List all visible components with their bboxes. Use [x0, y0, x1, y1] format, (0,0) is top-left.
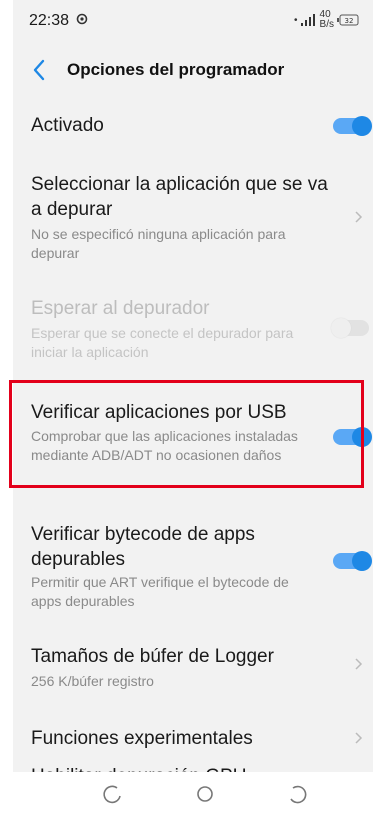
setting-experimental[interactable]: Funciones experimentales — [13, 722, 373, 758]
battery-level: 32 — [345, 17, 354, 25]
setting-activado[interactable]: Activado — [13, 106, 373, 146]
status-icons: • 40 B/s 32 — [294, 10, 359, 30]
setting-title: Funciones experimentales — [31, 728, 253, 749]
home-icon[interactable] — [193, 782, 217, 806]
setting-title: Esperar al depurador — [31, 298, 210, 319]
chevron-right-icon — [355, 211, 363, 223]
setting-select-debug-app[interactable]: Seleccionar la aplicación que se va a de… — [13, 168, 373, 268]
setting-logger-buffer[interactable]: Tamaños de búfer de Logger 256 K/búfer r… — [13, 640, 373, 700]
chevron-right-icon — [355, 658, 363, 670]
setting-title: Activado — [31, 115, 104, 136]
status-bar: 22:38 • 40 B/s 32 — [13, 0, 373, 40]
dot-icon: • — [294, 14, 298, 26]
setting-title: Seleccionar la aplicación que se va a de… — [31, 174, 328, 220]
status-time: 22:38 — [29, 12, 70, 29]
chevron-right-icon — [355, 732, 363, 744]
navigation-bar — [13, 772, 373, 826]
recents-icon[interactable] — [101, 782, 125, 806]
setting-subtitle: No se especificó ninguna aplicación para… — [31, 226, 286, 261]
net-speed: 40 B/s — [320, 10, 334, 30]
setting-title: Verificar bytecode de apps depurables — [31, 524, 255, 570]
signal-icon — [300, 14, 315, 26]
setting-verify-bytecode[interactable]: Verificar bytecode de apps depurables Pe… — [13, 518, 373, 609]
back-nav-icon[interactable] — [285, 782, 309, 806]
net-speed-unit: B/s — [319, 19, 334, 30]
wait-debugger-toggle — [331, 318, 369, 338]
setting-subtitle: Permitir que ART verifique el bytecode d… — [31, 574, 289, 609]
page-title: Opciones del programador — [67, 60, 285, 79]
setting-subtitle: 256 K/búfer registro — [31, 673, 154, 689]
verify-bytecode-toggle[interactable] — [333, 551, 372, 571]
highlight-box — [9, 380, 364, 488]
setting-subtitle: Esperar que se conecte el depurador para… — [31, 325, 294, 360]
back-arrow-icon[interactable] — [29, 57, 49, 83]
setting-title: Tamaños de búfer de Logger — [31, 646, 274, 667]
battery-icon: 32 — [337, 14, 359, 26]
activado-toggle[interactable] — [333, 116, 372, 136]
setting-wait-for-debugger: Esperar al depurador Esperar que se cone… — [13, 292, 373, 362]
notification-icon — [76, 13, 88, 25]
app-header: Opciones del programador — [13, 44, 373, 96]
